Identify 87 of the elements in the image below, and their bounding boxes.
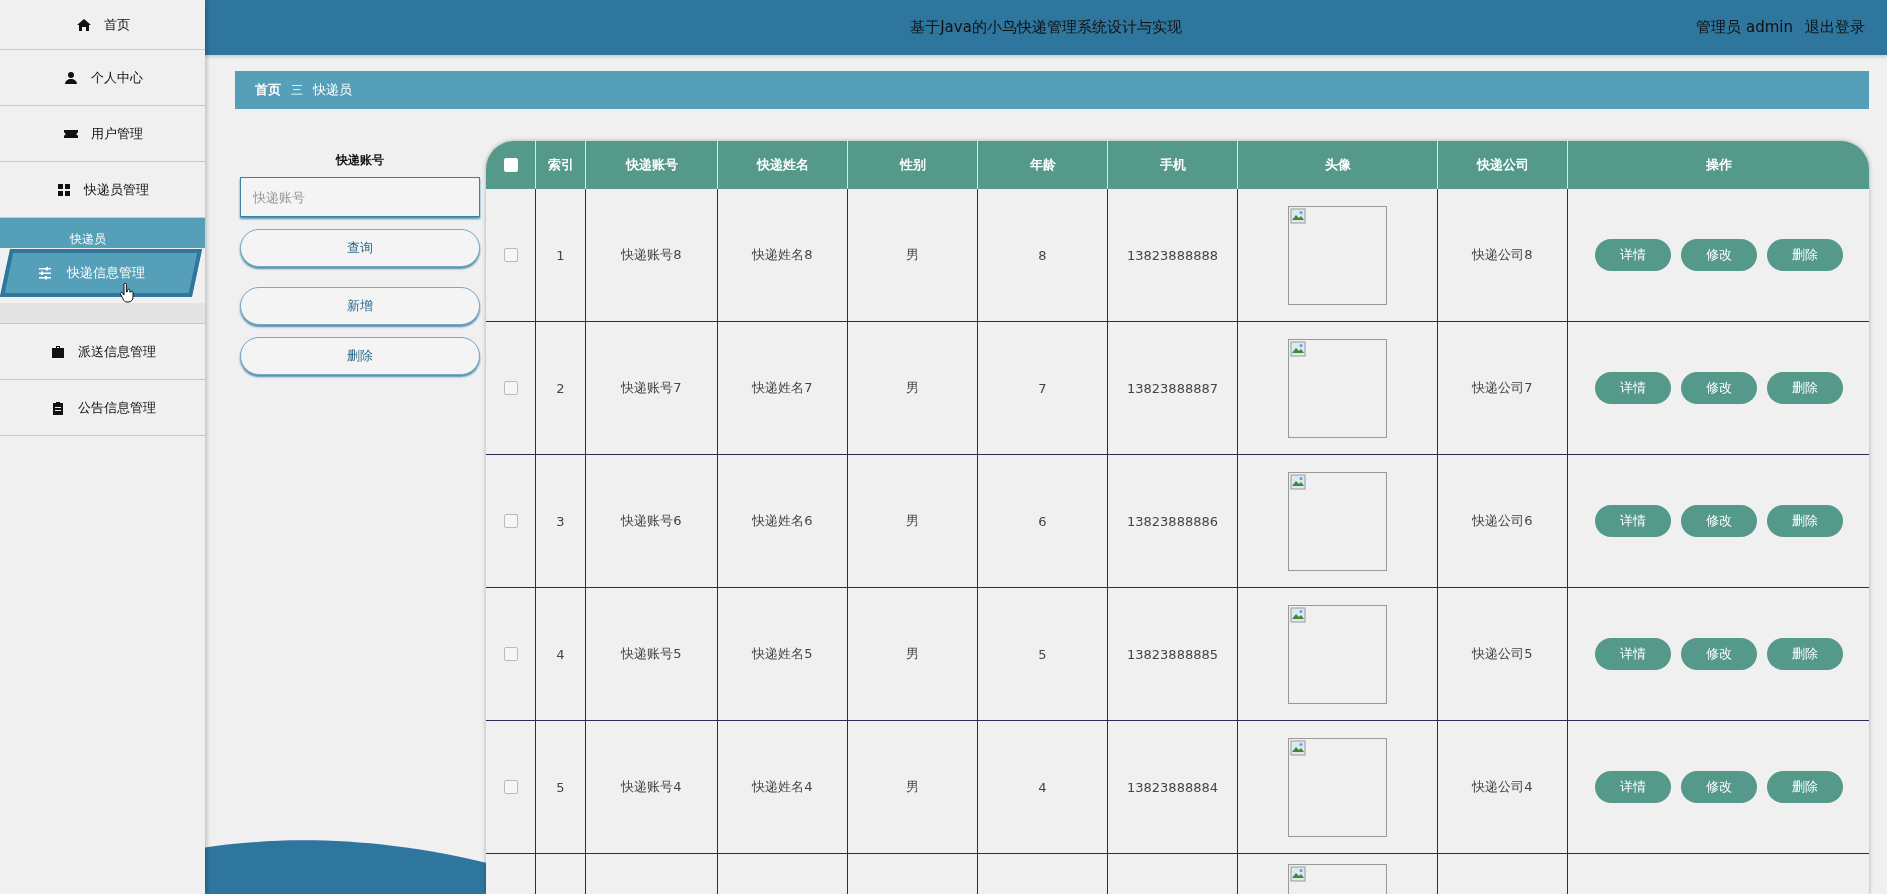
sidebar-item[interactable]: 个人中心 (0, 50, 205, 106)
table-cell: 快递姓名5 (752, 645, 813, 663)
breadcrumb-item[interactable]: 首页 (255, 81, 281, 99)
column-header: 快递公司 (1476, 156, 1529, 174)
app-title: 基于Java的小鸟快递管理系统设计与实现 (910, 18, 1182, 37)
row-action-button[interactable]: 详情 (1594, 638, 1671, 670)
table-cell: 快递公司6 (1472, 512, 1533, 530)
table-cell: 5 (556, 779, 565, 795)
table-cell: 快递公司5 (1472, 645, 1533, 663)
grid-icon (56, 181, 72, 198)
column-header: 快递姓名 (756, 156, 809, 174)
submenu-item[interactable]: 快递信息管理 (0, 249, 203, 297)
breadcrumb-separator: 三 (291, 81, 303, 99)
column-header: 快递账号 (625, 156, 678, 174)
form-button[interactable]: 新增 (240, 287, 480, 325)
table-cell: 快递公司4 (1472, 778, 1533, 796)
search-field[interactable]: 快递账号 (240, 177, 480, 217)
table-cell: 13823888886 (1127, 513, 1218, 529)
table-cell: 快递公司8 (1472, 246, 1533, 264)
table-cell: 男 (906, 512, 919, 530)
table-cell: 快递姓名7 (752, 379, 813, 397)
table-cell: 13823888885 (1127, 646, 1218, 662)
column-header: 手机 (1159, 156, 1186, 174)
table-cell: 男 (906, 778, 919, 796)
table-cell: 4 (1038, 779, 1047, 795)
row-action-button[interactable]: 修改 (1680, 239, 1757, 271)
checkbox[interactable] (503, 381, 518, 395)
checkbox[interactable] (503, 514, 518, 528)
table-cell: 快递账号7 (621, 379, 682, 397)
submenu-title: 快递员 (0, 218, 205, 248)
table-cell: 快递账号5 (621, 645, 682, 663)
table-cell: 6 (1038, 513, 1047, 529)
table-cell: 7 (1038, 380, 1047, 396)
checkbox[interactable] (503, 780, 518, 794)
breadcrumb-item[interactable]: 快递员 (313, 81, 352, 99)
form-button[interactable]: 删除 (240, 337, 480, 375)
column-header: 年龄 (1029, 156, 1056, 174)
column-header: 操作 (1705, 156, 1732, 174)
checkbox[interactable] (503, 248, 518, 262)
column-header: 性别 (899, 156, 926, 174)
row-action-button[interactable]: 修改 (1680, 771, 1757, 803)
sidebar-item[interactable]: 用户管理 (0, 106, 205, 162)
table-cell: 5 (1038, 646, 1047, 662)
table-cell: 快递姓名4 (752, 778, 813, 796)
row-action-button[interactable]: 修改 (1680, 505, 1757, 537)
row-action-button[interactable]: 删除 (1766, 372, 1843, 404)
column-header: 头像 (1324, 156, 1351, 174)
row-action-button[interactable]: 删除 (1766, 638, 1843, 670)
table-cell: 13823888884 (1127, 779, 1218, 795)
field-label: 快递账号 (336, 152, 384, 169)
table-cell: 男 (906, 379, 919, 397)
row-action-button[interactable]: 详情 (1594, 239, 1671, 271)
person-icon (62, 69, 79, 86)
table-cell: 男 (906, 246, 919, 264)
table-cell: 快递账号4 (621, 778, 682, 796)
table-cell: 快递账号8 (621, 246, 682, 264)
row-action-button[interactable]: 详情 (1594, 771, 1671, 803)
table-cell: 男 (906, 645, 919, 663)
checkbox[interactable] (503, 647, 518, 661)
sidebar-item[interactable]: 派送信息管理 (0, 324, 205, 380)
row-action-button[interactable]: 修改 (1680, 372, 1757, 404)
table-cell: 13823888887 (1127, 380, 1218, 396)
table-cell: 8 (1038, 247, 1047, 263)
table-cell: 1 (556, 247, 565, 263)
column-header: 索引 (547, 156, 574, 174)
row-action-button[interactable]: 删除 (1766, 239, 1843, 271)
table-cell: 快递公司7 (1472, 379, 1533, 397)
row-action-button[interactable]: 详情 (1594, 505, 1671, 537)
table-cell: 3 (556, 513, 565, 529)
table-cell: 2 (556, 380, 565, 396)
briefcase-icon (49, 343, 66, 360)
user-label: 管理员 admin (1696, 18, 1793, 37)
hand-cursor-icon (119, 283, 135, 303)
table-cell: 快递姓名6 (752, 512, 813, 530)
row-action-button[interactable]: 修改 (1680, 638, 1757, 670)
row-action-button[interactable]: 详情 (1594, 372, 1671, 404)
sidebar-item[interactable]: 公告信息管理 (0, 380, 205, 436)
table-cell: 4 (556, 646, 565, 662)
home-icon (75, 16, 92, 33)
form-button[interactable]: 查询 (240, 229, 480, 267)
row-action-button[interactable]: 删除 (1766, 505, 1843, 537)
logout-link[interactable]: 退出登录 (1805, 18, 1865, 37)
sliders-icon (37, 265, 53, 281)
table-cell: 快递账号6 (621, 512, 682, 530)
table-cell: 快递姓名8 (752, 246, 813, 264)
row-action-button[interactable]: 删除 (1766, 771, 1843, 803)
table-cell: 13823888888 (1127, 247, 1218, 263)
